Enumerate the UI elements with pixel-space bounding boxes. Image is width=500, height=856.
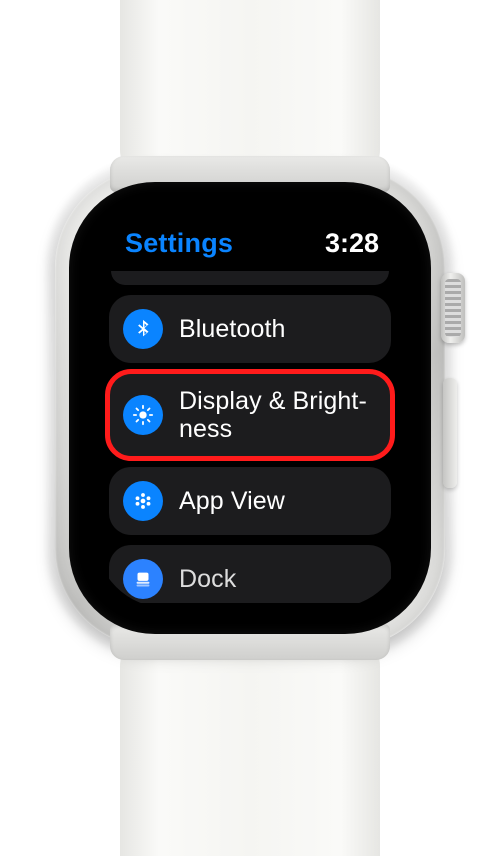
status-bar: Settings 3:28 [95, 208, 405, 269]
row-app-view-label: App View [179, 487, 285, 515]
back-title[interactable]: Settings [125, 228, 233, 259]
watch-device: Settings 3:28 Bluetooth [40, 0, 460, 816]
screen: Settings 3:28 Bluetooth [95, 208, 405, 608]
digital-crown[interactable] [441, 273, 465, 343]
brightness-icon [123, 395, 163, 435]
watch-band-bottom [120, 636, 380, 856]
settings-list: Bluetooth Display & Bright­ness [95, 269, 405, 603]
watch-band-top [120, 0, 380, 180]
row-display-brightness-label: Display & Bright­ness [179, 387, 375, 443]
bluetooth-icon [123, 309, 163, 349]
row-bluetooth[interactable]: Bluetooth [109, 295, 391, 363]
watch-case: Settings 3:28 Bluetooth [55, 168, 445, 648]
row-display-brightness[interactable]: Display & Bright­ness [109, 373, 391, 457]
row-dock[interactable]: Dock [109, 545, 391, 603]
dock-icon [123, 559, 163, 599]
row-app-view[interactable]: App View [109, 467, 391, 535]
clock-time: 3:28 [325, 228, 379, 259]
row-dock-label: Dock [179, 565, 236, 593]
side-button[interactable] [443, 378, 457, 488]
row-bluetooth-label: Bluetooth [179, 315, 286, 343]
app-grid-icon [123, 481, 163, 521]
bezel: Settings 3:28 Bluetooth [69, 182, 431, 634]
list-item-partial-above [111, 271, 389, 285]
